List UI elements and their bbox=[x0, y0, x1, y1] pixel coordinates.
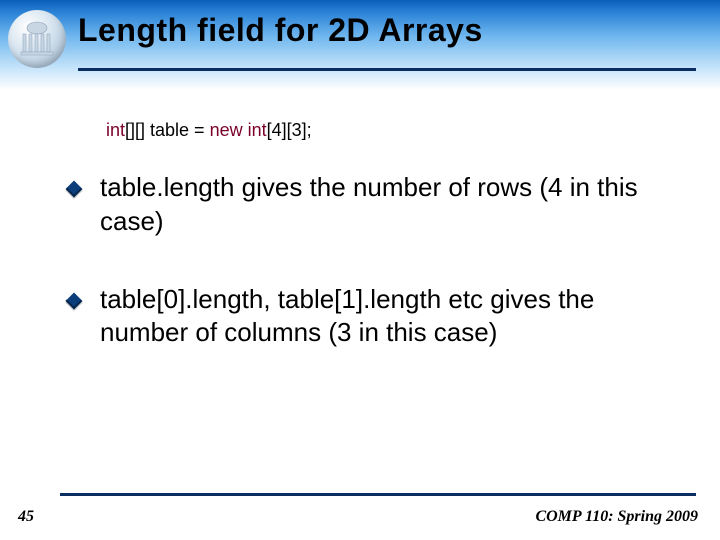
content-area: int[][] table = new int[4][3]; table.len… bbox=[0, 100, 720, 480]
keyword-int-1: int bbox=[106, 120, 125, 140]
footer-line bbox=[60, 493, 696, 496]
logo bbox=[8, 10, 66, 68]
bullet-list: table.length gives the number of rows (4… bbox=[96, 171, 672, 350]
code-seg-1: [][] table = bbox=[125, 120, 210, 140]
header-banner: Length field for 2D Arrays bbox=[0, 0, 720, 90]
title-underline bbox=[78, 68, 696, 71]
keyword-int-2: int bbox=[248, 120, 267, 140]
bullet-item: table.length gives the number of rows (4… bbox=[96, 171, 672, 239]
slide-title: Length field for 2D Arrays bbox=[78, 12, 483, 49]
keyword-new: new bbox=[210, 120, 243, 140]
footer-text: COMP 110: Spring 2009 bbox=[535, 508, 698, 526]
code-line: int[][] table = new int[4][3]; bbox=[106, 120, 672, 141]
code-seg-3: [4][3]; bbox=[267, 120, 312, 140]
bullet-item: table[0].length, table[1].length etc giv… bbox=[96, 283, 672, 351]
slide-number: 45 bbox=[18, 508, 34, 526]
